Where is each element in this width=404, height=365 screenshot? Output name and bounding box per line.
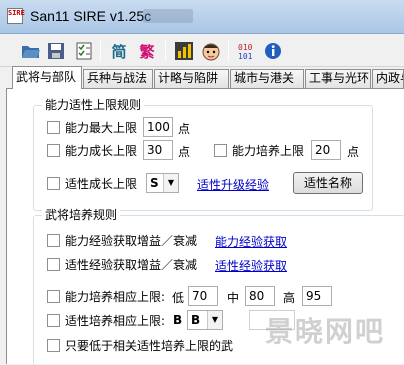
max-cap-unit: 点 [178, 122, 191, 136]
max-cap-label: 能力最大上限 [65, 120, 138, 135]
train-cap-unit: 点 [347, 145, 360, 159]
binary-icon[interactable]: 010 101 [236, 40, 258, 62]
tab-strip: 武将与部队 兵种与战法 计略与陷阱 城市与港关 工事与光环 内政与 [0, 66, 404, 89]
train-limit-checkbox[interactable] [47, 289, 60, 303]
toolbar: 简 繁 010 101 [0, 35, 404, 67]
low-input[interactable]: 70 [188, 286, 218, 306]
apt-growth-select[interactable]: S ▼ [146, 173, 179, 193]
apt-name-button[interactable]: 适性名称 [293, 172, 363, 194]
growth-cap-checkbox[interactable] [47, 143, 60, 157]
tab-cities-ports[interactable]: 城市与港关 [230, 69, 304, 88]
tab-troops-tactics[interactable]: 兵种与战法 [83, 69, 153, 88]
train-limit-label: 能力培养相应上限: [65, 289, 166, 304]
low-label: 低 [172, 291, 185, 305]
apt-growth-label: 适性成长上限 [65, 176, 138, 191]
watermark: 景晓网吧 [265, 315, 386, 348]
svg-text:101: 101 [238, 52, 253, 61]
growth-cap-input[interactable]: 30 [143, 140, 173, 160]
save-disk-icon[interactable] [45, 40, 67, 62]
only-lower-label: 只要低于相关适性培养上限的武 [65, 338, 234, 353]
apt-growth-value: S [150, 176, 159, 190]
max-cap-input[interactable]: 100 [143, 117, 173, 137]
train-cap-input[interactable]: 20 [311, 140, 341, 160]
tab-generals-units[interactable]: 武将与部队 [12, 66, 82, 89]
info-icon[interactable] [262, 40, 284, 62]
apt-train-row: 适性培养相应上限: [47, 310, 165, 330]
growth-cap-unit: 点 [178, 145, 191, 159]
only-lower-row: 只要低于相关适性培养上限的武 [47, 335, 233, 355]
toolbar-separator [228, 41, 229, 61]
growth-cap-row: 能力成长上限 [47, 140, 137, 160]
face-icon[interactable] [200, 40, 222, 62]
apt-exp-label: 适性经验获取增益／衰减 [65, 257, 198, 272]
apt-train-value: B [191, 313, 201, 327]
checklist-icon[interactable] [73, 40, 95, 62]
apt-growth-row: 适性成长上限 [47, 173, 137, 193]
apt-exp-checkbox[interactable] [47, 257, 60, 271]
train-cap-label: 能力培养上限 [232, 143, 305, 158]
simplified-chinese-button[interactable]: 简 [108, 40, 130, 62]
app-icon: SIRE [7, 8, 25, 24]
train-cap-row: 能力培养上限 [214, 140, 304, 160]
apt-growth-checkbox[interactable] [47, 176, 60, 190]
group-title: 武将培养规则 [42, 208, 121, 222]
apt-train-label: 适性培养相应上限: [65, 313, 166, 328]
apt-exp-link[interactable]: 适性经验获取 [215, 257, 287, 274]
train-cap-checkbox[interactable] [214, 143, 227, 157]
max-cap-row: 能力最大上限 [47, 117, 137, 137]
window-title: San11 SIRE v1.25c [30, 8, 152, 24]
title-bar: SIRE San11 SIRE v1.25c [0, 0, 404, 34]
title-obscured-area [143, 9, 193, 23]
train-limit-row: 能力培养相应上限: [47, 286, 165, 306]
apt-train-grade: B [173, 313, 183, 327]
traditional-chinese-button[interactable]: 繁 [136, 40, 158, 62]
exp-gain-row: 能力经验获取增益／衰减 [47, 230, 197, 250]
toolbar-separator [100, 41, 101, 61]
apt-exp-row: 适性经验获取增益／衰减 [47, 254, 197, 274]
chevron-down-icon: ▼ [207, 311, 222, 329]
chevron-down-icon: ▼ [163, 174, 178, 192]
apt-train-checkbox[interactable] [47, 313, 60, 327]
toolbar-separator [165, 41, 166, 61]
tab-strategies-traps[interactable]: 计略与陷阱 [154, 69, 229, 88]
exp-gain-checkbox[interactable] [47, 233, 60, 247]
group-title: 能力适性上限规则 [42, 98, 145, 112]
high-input[interactable]: 95 [302, 286, 332, 306]
exp-gain-label: 能力经验获取增益／衰减 [65, 233, 198, 248]
high-label: 高 [283, 291, 296, 305]
max-cap-checkbox[interactable] [47, 120, 60, 134]
tab-works-auras[interactable]: 工事与光环 [305, 69, 371, 88]
tab-domestic[interactable]: 内政与 [372, 69, 404, 88]
chart-icon[interactable] [173, 40, 195, 62]
open-folder-icon[interactable] [20, 40, 42, 62]
svg-text:010: 010 [238, 43, 253, 52]
apt-upgrade-exp-link[interactable]: 适性升级经验 [197, 176, 269, 193]
apt-train-select[interactable]: B ▼ [187, 310, 223, 330]
mid-label: 中 [227, 291, 240, 305]
only-lower-checkbox[interactable] [47, 338, 60, 352]
exp-gain-link[interactable]: 能力经验获取 [215, 233, 287, 250]
growth-cap-label: 能力成长上限 [65, 143, 138, 158]
mid-input[interactable]: 80 [245, 286, 275, 306]
